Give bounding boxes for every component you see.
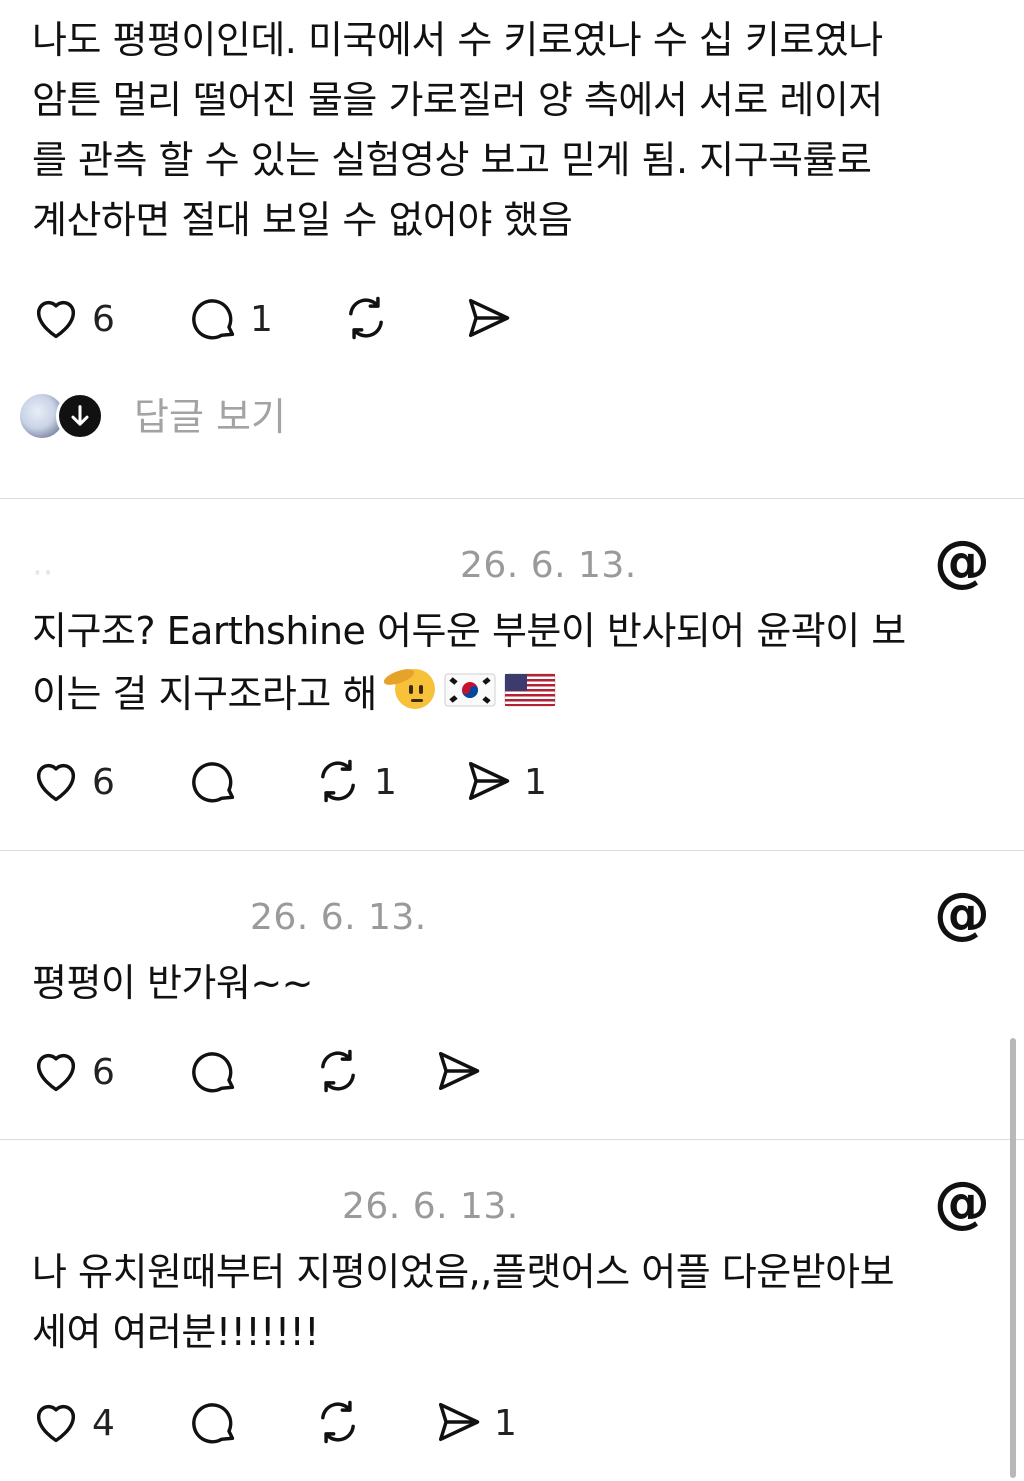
like-count: 6 [92, 1052, 115, 1093]
like-count: 4 [92, 1403, 115, 1444]
repost-button[interactable]: 1 [312, 755, 397, 811]
threads-logo-icon[interactable]: @ [934, 529, 990, 594]
post-header: ·· 26. 6. 13. @ [32, 529, 992, 595]
post-text: 지구조? Earthshine 어두운 부분이 반사되어 윤곽이 보 이는 걸 … [32, 601, 992, 732]
post-header: 26. 6. 13. @ [32, 881, 992, 947]
korea-flag-emoji [443, 667, 499, 727]
view-replies-row[interactable]: 답글 보기 [18, 388, 418, 444]
share-count: 1 [494, 1403, 517, 1444]
repost-arrows-icon [312, 755, 364, 811]
post-date: 26. 6. 13. [460, 545, 637, 586]
share-button[interactable]: 1 [462, 755, 547, 811]
like-button[interactable]: 4 [30, 1396, 115, 1452]
share-button[interactable] [462, 292, 524, 348]
repost-count: 1 [374, 762, 397, 803]
repost-button[interactable] [312, 1396, 374, 1452]
comment-button[interactable] [188, 1045, 250, 1101]
paper-plane-icon [462, 292, 514, 348]
heart-icon [30, 1045, 82, 1101]
post-2: ·· 26. 6. 13. @ 지구조? Earthshine 어두운 부분이 … [0, 499, 1024, 850]
speech-bubble-icon [188, 1045, 240, 1101]
heart-icon [30, 1396, 82, 1452]
repost-arrows-icon [312, 1396, 364, 1452]
post-text: 나 유치원때부터 지평이었음,,플랫어스 어플 다운받아보 세여 여러분!!!!… [32, 1250, 895, 1354]
speech-bubble-icon [188, 1396, 240, 1452]
saluting-face-emoji [381, 661, 439, 732]
paper-plane-icon [432, 1396, 484, 1452]
like-button[interactable]: 6 [30, 292, 115, 348]
arrow-down-icon [56, 392, 104, 440]
threads-logo-icon[interactable]: @ [934, 1170, 990, 1235]
like-count: 6 [92, 762, 115, 803]
repost-button[interactable] [340, 292, 402, 348]
scrollbar[interactable] [1010, 1038, 1016, 1478]
like-button[interactable]: 6 [30, 1045, 115, 1101]
post-actions: 6 1 1 [30, 755, 730, 811]
post-text: 평평이 반가워~~ [32, 961, 314, 1005]
post-header: 26. 6. 13. @ [32, 1170, 992, 1236]
speech-bubble-icon [188, 755, 240, 811]
repost-arrows-icon [312, 1045, 364, 1101]
post-actions: 6 1 [30, 292, 730, 348]
heart-icon [30, 755, 82, 811]
post-actions: 6 [30, 1045, 730, 1101]
post-date: 26. 6. 13. [342, 1186, 519, 1227]
usa-flag-emoji [503, 667, 559, 727]
share-count: 1 [524, 762, 547, 803]
post-date: 26. 6. 13. [250, 897, 427, 938]
comment-button[interactable]: 1 [188, 292, 273, 348]
repost-arrows-icon [340, 292, 392, 348]
author-name[interactable]: ·· [32, 553, 54, 593]
post-3: 26. 6. 13. @ 평평이 반가워~~ 6 [0, 851, 1024, 1139]
paper-plane-icon [462, 755, 514, 811]
svg-text:@: @ [936, 887, 988, 943]
post-actions: 4 1 [30, 1396, 730, 1452]
repost-button[interactable] [312, 1045, 374, 1101]
thread-feed: 나도 평평이인데. 미국에서 수 키로였나 수 십 키로였나 암튼 멀리 떨어진… [0, 0, 1024, 1481]
svg-text:@: @ [936, 535, 988, 591]
comment-count: 1 [250, 299, 273, 340]
speech-bubble-icon [188, 292, 240, 348]
share-button[interactable] [432, 1045, 494, 1101]
view-replies-label[interactable]: 답글 보기 [134, 392, 286, 442]
like-button[interactable]: 6 [30, 755, 115, 811]
paper-plane-icon [432, 1045, 484, 1101]
share-button[interactable]: 1 [432, 1396, 517, 1452]
post-1: 나도 평평이인데. 미국에서 수 키로였나 수 십 키로였나 암튼 멀리 떨어진… [0, 0, 1024, 498]
svg-text:@: @ [936, 1176, 988, 1232]
post-4: 26. 6. 13. @ 나 유치원때부터 지평이었음,,플랫어스 어플 다운받… [0, 1140, 1024, 1481]
heart-icon [30, 292, 82, 348]
post-text: 나도 평평이인데. 미국에서 수 키로였나 수 십 키로였나 암튼 멀리 떨어진… [32, 18, 883, 242]
comment-button[interactable] [188, 1396, 250, 1452]
like-count: 6 [92, 299, 115, 340]
threads-logo-icon[interactable]: @ [934, 881, 990, 946]
comment-button[interactable] [188, 755, 250, 811]
